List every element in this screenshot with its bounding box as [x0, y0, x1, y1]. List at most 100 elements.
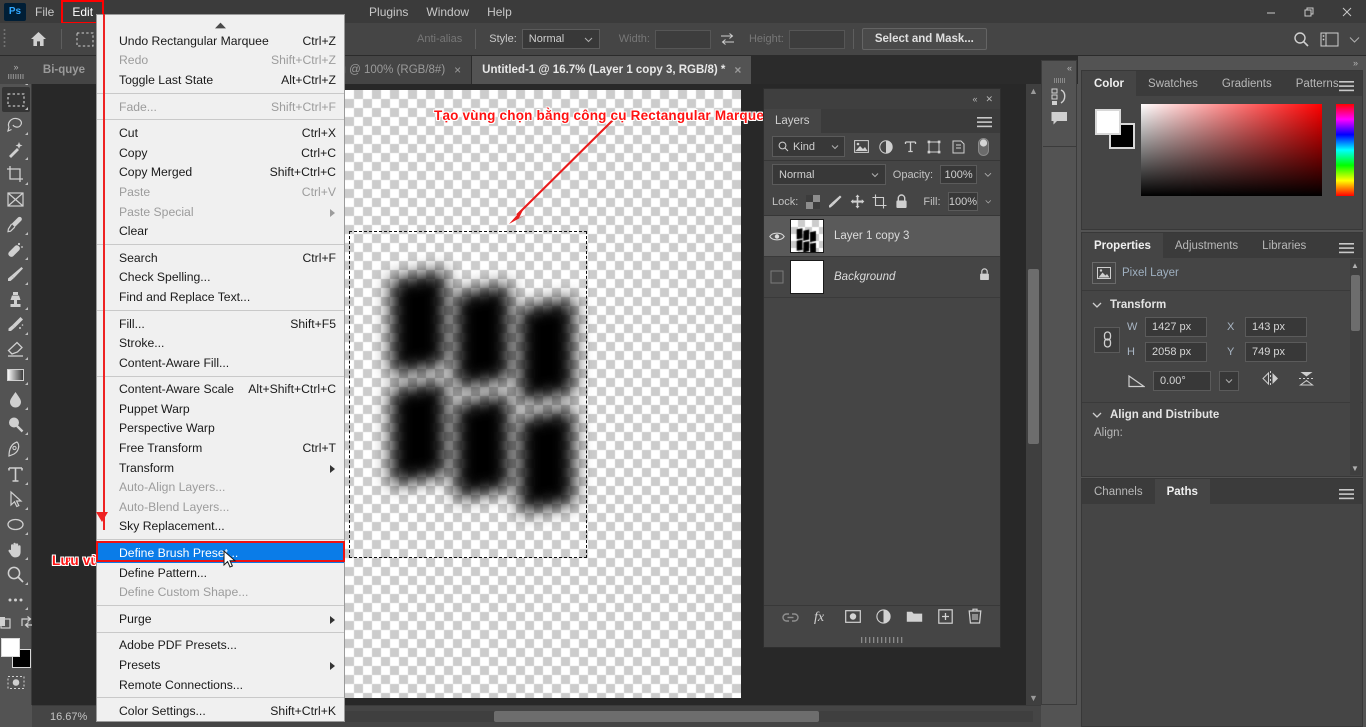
menu-item-free-transform[interactable]: Free TransformCtrl+T — [97, 438, 344, 458]
tab-libraries[interactable]: Libraries — [1250, 233, 1318, 258]
tool-blur[interactable] — [2, 387, 30, 412]
scrollbar-thumb[interactable] — [1351, 275, 1360, 331]
tab-gradients[interactable]: Gradients — [1210, 71, 1284, 96]
layer-row-1[interactable]: Background — [764, 257, 1000, 298]
minimize-button[interactable] — [1252, 0, 1290, 23]
color-swatches[interactable] — [1095, 109, 1134, 149]
tool-hand[interactable] — [2, 537, 30, 562]
layer-name[interactable]: Background — [834, 271, 895, 283]
panel-menu-icon[interactable] — [1339, 79, 1354, 97]
add-mask-icon[interactable] — [845, 610, 861, 628]
flip-vertical-icon[interactable] — [1298, 370, 1315, 392]
fill-value[interactable]: 100% — [948, 192, 979, 211]
layer-thumbnail[interactable] — [790, 219, 824, 253]
panel-menu-icon[interactable] — [977, 115, 992, 133]
menu-item-content-aware-fill[interactable]: Content-Aware Fill... — [97, 353, 344, 373]
swap-width-height-icon[interactable] — [719, 32, 736, 46]
height-input[interactable] — [789, 30, 845, 49]
tab-properties[interactable]: Properties — [1082, 233, 1163, 258]
comments-icon[interactable] — [1050, 111, 1069, 126]
document-canvas[interactable] — [345, 90, 741, 698]
layer-visibility-toggle[interactable] — [764, 270, 790, 284]
lock-image-icon[interactable] — [828, 192, 843, 212]
panel-grip-icon[interactable] — [1054, 78, 1066, 84]
tool-clone-stamp[interactable] — [2, 287, 30, 312]
tool-object-selection[interactable] — [2, 137, 30, 162]
blend-mode-select[interactable]: Normal — [772, 164, 886, 185]
link-wh-icon[interactable] — [1094, 327, 1120, 353]
tab-adjustments[interactable]: Adjustments — [1163, 233, 1250, 258]
workspace-icon[interactable] — [1320, 32, 1339, 47]
expand-panels-icon[interactable]: » — [1353, 58, 1358, 68]
angle-field[interactable]: 0.00° — [1153, 371, 1211, 391]
adjustment-layer-icon[interactable] — [876, 609, 891, 629]
tool-history-brush[interactable] — [2, 312, 30, 337]
tool-edit-toolbar[interactable] — [2, 587, 30, 612]
scroll-down-arrow-icon[interactable]: ▼ — [1026, 691, 1041, 705]
chevron-down-icon[interactable] — [1349, 35, 1360, 44]
menu-item-define-brush-preset[interactable]: Define Brush Preset... — [97, 543, 344, 563]
lock-position-icon[interactable] — [850, 192, 865, 212]
menu-item-copy[interactable]: CopyCtrl+C — [97, 143, 344, 163]
tab-channels[interactable]: Channels — [1082, 479, 1155, 504]
tool-zoom[interactable] — [2, 562, 30, 587]
tool-dodge[interactable] — [2, 412, 30, 437]
tool-ellipse[interactable] — [2, 512, 30, 537]
chevron-down-icon[interactable] — [985, 197, 992, 206]
width-input[interactable] — [655, 30, 711, 49]
foreground-background-color[interactable] — [1, 638, 31, 668]
hue-slider[interactable] — [1336, 104, 1354, 196]
style-select[interactable]: Normal — [522, 29, 600, 49]
foreground-color-swatch[interactable] — [1, 638, 20, 657]
type-filter-icon[interactable] — [901, 137, 918, 157]
marquee-selection[interactable] — [349, 231, 587, 558]
layer-thumbnail[interactable] — [790, 260, 824, 294]
close-button[interactable] — [1328, 0, 1366, 23]
document-tab-1[interactable]: Untitled-1 @ 16.7% (Layer 1 copy 3, RGB/… — [472, 56, 752, 84]
collapsed-panel-label[interactable]: Bi-quye — [32, 56, 96, 84]
menu-item-search[interactable]: SearchCtrl+F — [97, 248, 344, 268]
transform-section-header[interactable]: Transform — [1082, 293, 1362, 317]
tool-brush[interactable] — [2, 262, 30, 287]
layer-row-0[interactable]: Layer 1 copy 3 — [764, 216, 1000, 257]
menu-file[interactable]: File — [26, 2, 63, 22]
panel-menu-icon[interactable] — [1339, 241, 1354, 259]
menu-plugins[interactable]: Plugins — [360, 2, 417, 22]
canvas-vertical-scrollbar[interactable]: ▲ ▼ — [1026, 84, 1041, 705]
delete-layer-icon[interactable] — [968, 608, 982, 629]
layer-visibility-toggle[interactable] — [764, 231, 790, 242]
menu-item-transform[interactable]: Transform — [97, 458, 344, 478]
menu-help[interactable]: Help — [478, 2, 521, 22]
new-layer-icon[interactable] — [938, 609, 953, 629]
tool-spot-healing-brush[interactable] — [2, 237, 30, 262]
opacity-value[interactable]: 100% — [940, 165, 977, 184]
shape-filter-icon[interactable] — [926, 137, 943, 157]
select-and-mask-button[interactable]: Select and Mask... — [862, 28, 987, 50]
lock-all-icon[interactable] — [894, 192, 909, 212]
tab-color[interactable]: Color — [1082, 71, 1136, 96]
align-section-header[interactable]: Align and Distribute — [1082, 403, 1362, 427]
menu-item-find-and-replace-text[interactable]: Find and Replace Text... — [97, 287, 344, 307]
color-ramp[interactable] — [1141, 104, 1322, 196]
quick-mask-toggle[interactable] — [2, 670, 30, 695]
tool-lasso[interactable] — [2, 112, 30, 137]
menu-item-undo-rectangular-marquee[interactable]: Undo Rectangular MarqueeCtrl+Z — [97, 31, 344, 51]
tool-type[interactable] — [2, 462, 30, 487]
close-icon[interactable]: × — [454, 63, 461, 77]
lock-artboard-icon[interactable] — [872, 192, 887, 212]
close-icon[interactable]: ✕ — [985, 94, 993, 105]
menu-item-perspective-warp[interactable]: Perspective Warp — [97, 419, 344, 439]
search-icon[interactable] — [1293, 31, 1310, 48]
x-field[interactable]: 143 px — [1245, 317, 1307, 337]
link-layers-icon[interactable] — [782, 610, 799, 628]
menu-item-stroke[interactable]: Stroke... — [97, 333, 344, 353]
tool-gradient[interactable] — [2, 362, 30, 387]
filter-toggle-icon[interactable] — [975, 137, 992, 157]
menu-item-color-settings[interactable]: Color Settings...Shift+Ctrl+K — [97, 701, 344, 721]
home-icon[interactable] — [23, 27, 53, 51]
tool-crop[interactable] — [2, 162, 30, 187]
panel-resize-grip[interactable] — [764, 632, 1000, 647]
tab-swatches[interactable]: Swatches — [1136, 71, 1210, 96]
menu-item-define-pattern[interactable]: Define Pattern... — [97, 563, 344, 583]
panel-menu-icon[interactable] — [1339, 487, 1354, 505]
